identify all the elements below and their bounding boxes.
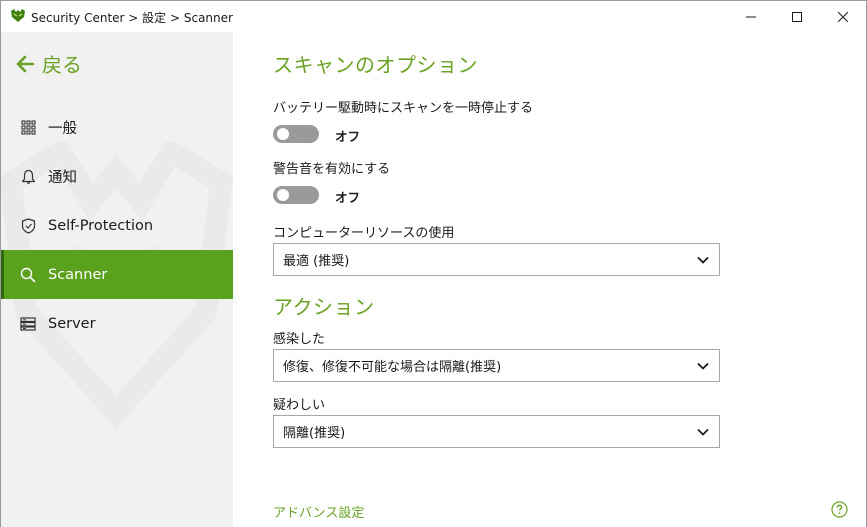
- back-label: 戻る: [42, 53, 82, 77]
- window-title: Security Center > 設定 > Scanner: [31, 11, 233, 25]
- battery-pause-state: オフ: [335, 129, 361, 144]
- close-button[interactable]: [820, 1, 866, 32]
- toggle-knob: [277, 128, 289, 140]
- infected-action-select[interactable]: 修復、修復不可能な場合は隔離(推奨): [273, 349, 720, 382]
- help-icon[interactable]: [831, 501, 848, 518]
- sidebar-item-label: 通知: [48, 170, 77, 186]
- suspicious-action-value: 隔離(推奨): [283, 426, 346, 441]
- warning-sound-label: 警告音を有効にする: [273, 162, 391, 177]
- grid-icon: [19, 119, 37, 137]
- minimize-button[interactable]: [728, 1, 774, 32]
- sidebar-item-label: Server: [48, 315, 96, 332]
- sidebar-item-self-protection[interactable]: Self-Protection: [1, 201, 233, 250]
- resource-usage-value: 最適 (推奨): [283, 254, 350, 269]
- app-logo-icon: [11, 9, 25, 22]
- suspicious-action-select[interactable]: 隔離(推奨): [273, 415, 720, 448]
- sidebar-item-label: Self-Protection: [48, 217, 154, 234]
- back-button[interactable]: 戻る: [15, 49, 82, 78]
- sidebar-item-label: Scanner: [48, 266, 108, 283]
- battery-pause-label: バッテリー駆動時にスキャンを一時停止する: [273, 101, 534, 116]
- resource-usage-select[interactable]: 最適 (推奨): [273, 243, 720, 276]
- server-icon: [19, 315, 37, 333]
- resource-usage-label: コンピューターリソースの使用: [273, 226, 455, 241]
- battery-pause-toggle[interactable]: [273, 125, 319, 143]
- advanced-settings-link[interactable]: アドバンス設定: [273, 502, 364, 521]
- suspicious-label: 疑わしい: [273, 398, 326, 413]
- main-content: スキャンのオプション バッテリー駆動時にスキャンを一時停止する オフ 警告音を有…: [233, 32, 866, 527]
- scan-options-title: スキャンのオプション: [273, 53, 478, 77]
- warning-sound-state: オフ: [335, 190, 361, 205]
- sidebar-item-general[interactable]: 一般: [1, 103, 233, 152]
- bell-icon: [19, 168, 37, 186]
- sidebar-item-notifications[interactable]: 通知: [1, 152, 233, 201]
- toggle-knob: [277, 189, 289, 201]
- chevron-down-icon: [697, 362, 709, 370]
- actions-title: アクション: [273, 295, 375, 319]
- chevron-down-icon: [697, 428, 709, 436]
- maximize-button[interactable]: [774, 1, 820, 32]
- sidebar-item-label: 一般: [48, 121, 77, 137]
- arrow-left-icon: [16, 55, 35, 72]
- warning-sound-toggle[interactable]: [273, 186, 319, 204]
- infected-action-value: 修復、修復不可能な場合は隔離(推奨): [283, 360, 502, 375]
- sidebar-item-scanner[interactable]: Scanner: [1, 250, 233, 299]
- search-icon: [19, 266, 37, 284]
- infected-label: 感染した: [273, 332, 326, 347]
- title-bar[interactable]: Security Center > 設定 > Scanner: [1, 1, 866, 32]
- chevron-down-icon: [697, 256, 709, 264]
- shield-icon: [19, 217, 37, 235]
- maximize-icon: [792, 11, 802, 22]
- app-window: Security Center > 設定 > Scanner 戻る 一般 通知 …: [0, 0, 867, 527]
- minimize-icon: [746, 16, 756, 17]
- sidebar-item-server[interactable]: Server: [1, 299, 233, 348]
- sidebar: 戻る 一般 通知 Self-Protection Scanner Server: [1, 32, 233, 527]
- close-icon: [838, 11, 848, 22]
